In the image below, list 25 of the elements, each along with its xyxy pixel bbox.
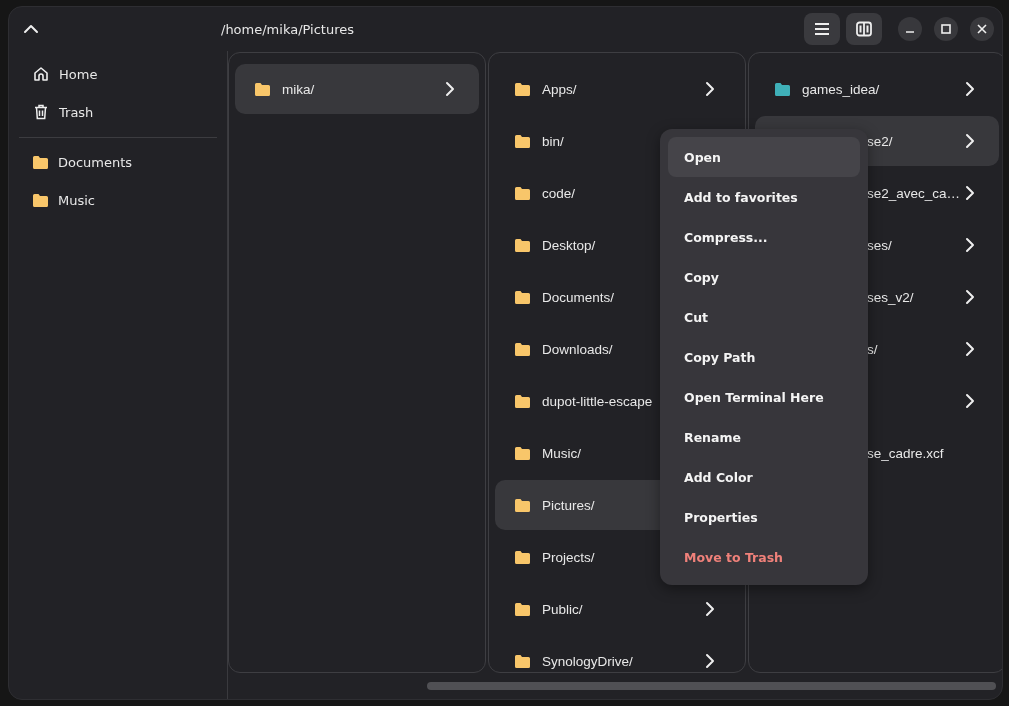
folder-name: bin/ <box>542 133 564 149</box>
folder-name: Apps/ <box>542 81 577 97</box>
folder-name: Public/ <box>542 601 583 617</box>
folder-name: Projects/ <box>542 549 595 565</box>
folder-name: se2_avec_ca… <box>867 185 961 201</box>
sidebar-label: Trash <box>59 104 94 120</box>
folder-name: mika/ <box>282 81 315 97</box>
folder-name: s/ <box>867 341 878 357</box>
folder-name: Documents/ <box>542 289 615 305</box>
folder-name: SynologyDrive/ <box>542 653 633 669</box>
folder-name: Desktop/ <box>542 237 596 253</box>
folder-name: dupot-little-escape <box>542 393 653 409</box>
folder-name: games_idea/ <box>802 81 880 97</box>
folder-name: code/ <box>542 185 576 201</box>
folder-name: ses/ <box>867 237 892 253</box>
folder-name: Pictures/ <box>542 497 595 513</box>
sidebar-label: Music <box>58 192 95 208</box>
folder-name: Music/ <box>542 445 581 461</box>
folder-name: ses_v2/ <box>867 289 914 305</box>
sidebar-label: Home <box>59 66 98 82</box>
path-label: /home/mika/Pictures <box>221 21 354 37</box>
folder-name: Downloads/ <box>542 341 613 357</box>
sidebar-label: Documents <box>58 154 133 170</box>
folder-name: se2/ <box>867 133 893 149</box>
folder-name: se_cadre.xcf <box>867 445 944 461</box>
